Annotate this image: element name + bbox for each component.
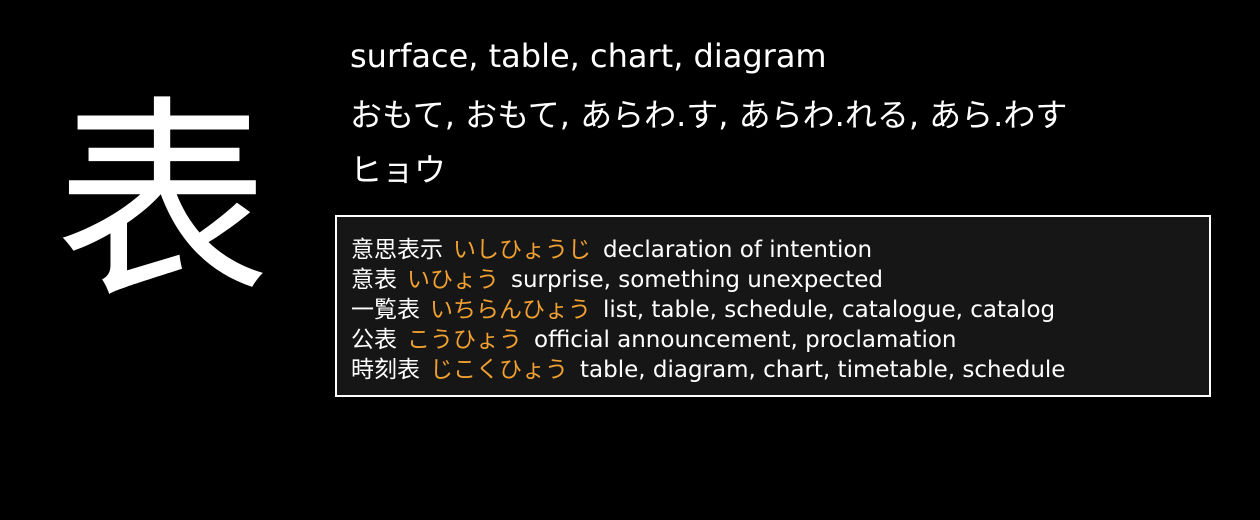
vocab-word: 時刻表 bbox=[351, 357, 420, 383]
vocab-item: 公表 こうひょう official announcement, proclamati… bbox=[351, 325, 1065, 355]
vocab-gloss: list, table, schedule, catalogue, catalo… bbox=[603, 297, 1056, 323]
on-readings: ヒョウ bbox=[350, 151, 447, 189]
vocab-item: 意思表示 いしひょうじ declaration of intention bbox=[351, 235, 1065, 265]
kanji-character: 表 bbox=[55, 77, 270, 328]
vocab-reading: じこくひょう bbox=[430, 357, 568, 383]
vocabulary-box: 意思表示 いしひょうじ declaration of intention 意表 いひょ… bbox=[335, 215, 1211, 397]
vocab-reading: いひょう bbox=[407, 267, 499, 293]
vocab-gloss: declaration of intention bbox=[603, 237, 873, 263]
vocab-word: 一覧表 bbox=[351, 297, 420, 323]
vocab-reading: いちらんひょう bbox=[430, 297, 591, 323]
vocab-gloss: surprise, something unexpected bbox=[511, 267, 883, 293]
vocabulary-list: 意思表示 いしひょうじ declaration of intention 意表 いひょ… bbox=[351, 235, 1065, 385]
vocab-word: 意表 bbox=[351, 267, 397, 293]
vocab-reading: いしひょうじ bbox=[453, 237, 591, 263]
vocab-item: 一覧表 いちらんひょう list, table, schedule, catalog… bbox=[351, 295, 1065, 325]
vocab-item: 時刻表 じこくひょう table, diagram, chart, timetabl… bbox=[351, 355, 1065, 385]
vocab-gloss: table, diagram, chart, timetable, schedu… bbox=[580, 357, 1066, 383]
vocab-gloss: official announcement, proclamation bbox=[534, 327, 957, 353]
vocab-word: 意思表示 bbox=[351, 237, 443, 263]
kun-readings: おもて, おもて, あらわ.す, あらわ.れる, あら.わす bbox=[350, 96, 1068, 134]
vocab-item: 意表 いひょう surprise, something unexpected bbox=[351, 265, 1065, 295]
vocab-word: 公表 bbox=[351, 327, 397, 353]
kanji-meaning: surface, table, chart, diagram bbox=[350, 37, 827, 75]
vocab-reading: こうひょう bbox=[407, 327, 522, 353]
